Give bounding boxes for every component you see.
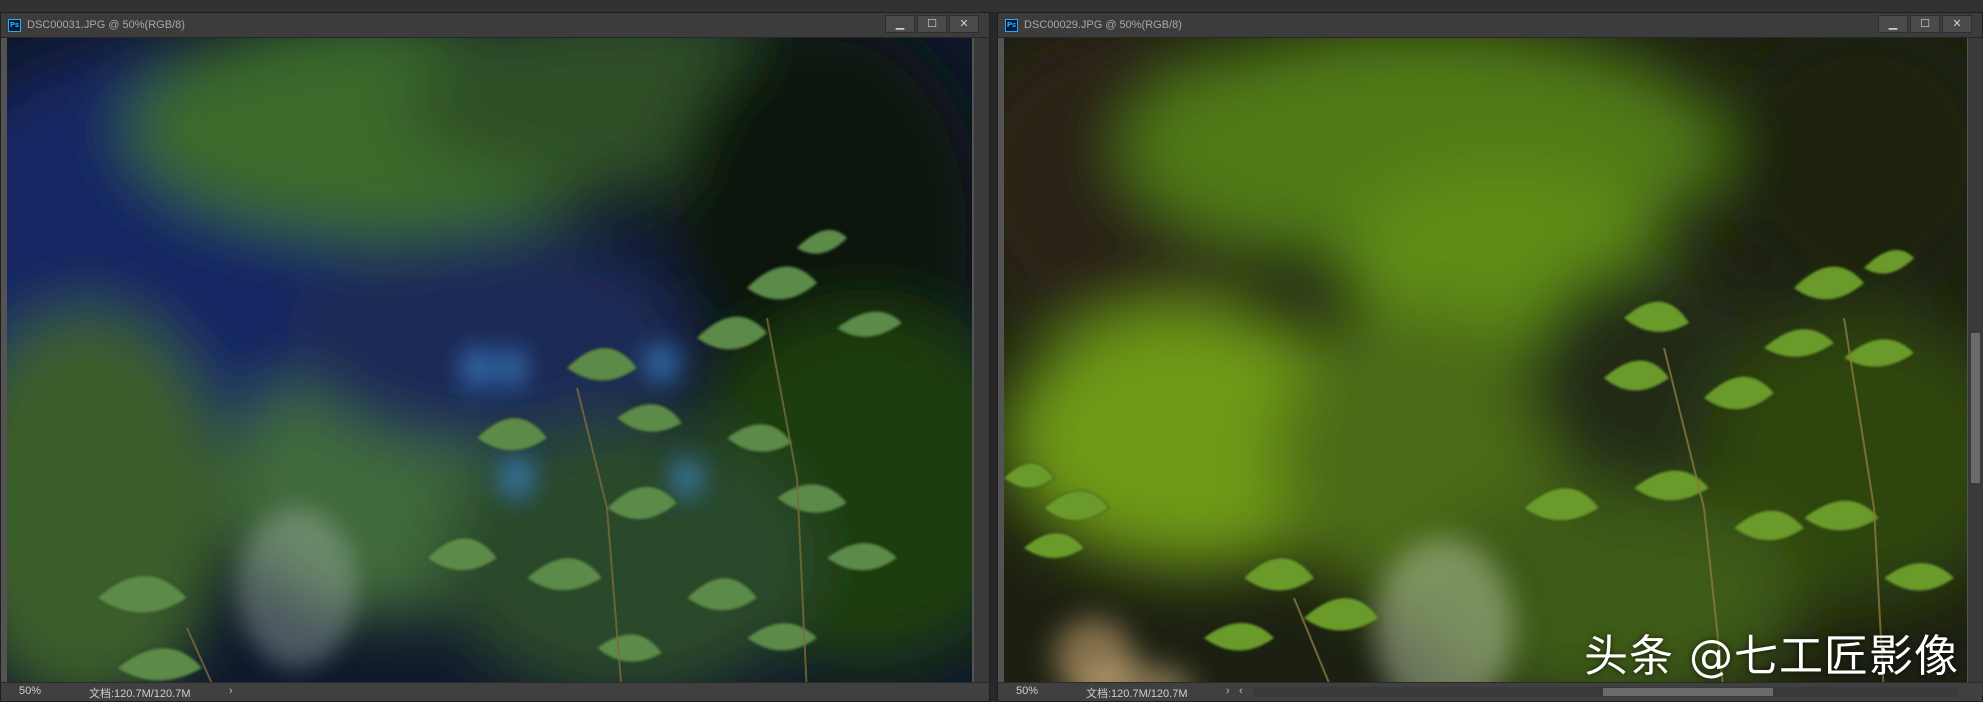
- document-window-dsc00029[interactable]: Ps DSC00029.JPG @ 50%(RGB/8) ▁ ☐ ✕ 50% 文…: [997, 12, 1983, 702]
- window-title: DSC00031.JPG @ 50%(RGB/8): [27, 19, 185, 31]
- minimize-icon: ▁: [1888, 17, 1898, 30]
- window-titlebar[interactable]: Ps DSC00029.JPG @ 50%(RGB/8) ▁ ☐ ✕: [998, 13, 1982, 38]
- close-button[interactable]: ✕: [949, 15, 979, 33]
- minimize-button[interactable]: ▁: [1878, 15, 1908, 33]
- chevron-right-icon[interactable]: ›: [1226, 685, 1230, 697]
- vertical-scrollbar[interactable]: [974, 38, 989, 695]
- window-titlebar[interactable]: Ps DSC00031.JPG @ 50%(RGB/8) ▁ ☐ ✕: [1, 13, 989, 38]
- restore-button[interactable]: ☐: [1910, 15, 1940, 33]
- window-title: DSC00029.JPG @ 50%(RGB/8): [1024, 19, 1182, 31]
- zoom-level[interactable]: 50%: [1016, 685, 1038, 697]
- image-canvas[interactable]: [7, 38, 972, 695]
- restore-button[interactable]: ☐: [917, 15, 947, 33]
- restore-icon: ☐: [927, 17, 937, 30]
- minimize-button[interactable]: ▁: [885, 15, 915, 33]
- zoom-level[interactable]: 50%: [19, 685, 41, 697]
- menu-strip: [0, 0, 1983, 12]
- document-window-dsc00031[interactable]: Ps DSC00031.JPG @ 50%(RGB/8) ▁ ☐ ✕ 50% 文…: [0, 12, 990, 702]
- vertical-scrollbar[interactable]: [1968, 38, 1983, 695]
- image-canvas[interactable]: [1004, 38, 1967, 695]
- close-icon: ✕: [1952, 17, 1962, 30]
- horizontal-scrollbar-thumb[interactable]: [1603, 688, 1773, 696]
- document-size: 文档:120.7M/120.7M: [89, 688, 191, 700]
- photo-dsc00029: [1004, 38, 1967, 695]
- close-icon: ✕: [959, 17, 969, 30]
- chevron-right-icon[interactable]: ›: [229, 685, 233, 697]
- minimize-icon: ▁: [895, 17, 905, 30]
- photoshop-icon: Ps: [8, 18, 21, 32]
- photo-dsc00031: [7, 38, 972, 695]
- status-bar: 50% 文档:120.7M/120.7M › ‹: [998, 682, 1982, 701]
- close-button[interactable]: ✕: [1942, 15, 1972, 33]
- restore-icon: ☐: [1920, 17, 1930, 30]
- watermark: 头条 @七工匠影像: [1584, 631, 1959, 682]
- status-bar: 50% 文档:120.7M/120.7M ›: [1, 682, 989, 701]
- horizontal-scrollbar[interactable]: [1253, 687, 1958, 697]
- vertical-scrollbar-thumb[interactable]: [1971, 333, 1980, 483]
- document-size: 文档:120.7M/120.7M: [1086, 688, 1188, 700]
- workspace: Ps DSC00031.JPG @ 50%(RGB/8) ▁ ☐ ✕ 50% 文…: [0, 0, 1983, 702]
- chevron-left-icon[interactable]: ‹: [1239, 685, 1243, 697]
- photoshop-icon: Ps: [1005, 18, 1018, 32]
